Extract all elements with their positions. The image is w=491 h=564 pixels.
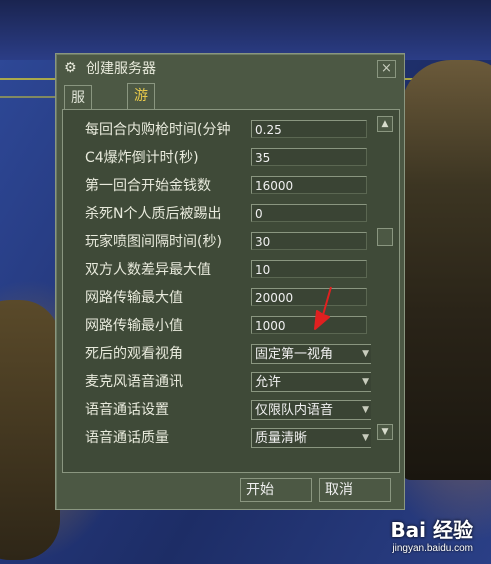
- settings-panel: 每回合内购枪时间(分钟 0.25 C4爆炸倒计时(秒) 35 第一回合开始金钱数…: [62, 109, 400, 473]
- tab-server[interactable]: 服务器: [64, 85, 92, 154]
- annotation-arrow: [314, 286, 332, 330]
- steam-icon: ⚙: [64, 60, 77, 76]
- setting-label: 每回合内购枪时间(分钟: [85, 122, 231, 138]
- background-soldier-left: [0, 300, 60, 560]
- setting-row: 杀死N个人质后被踢出 0: [73, 199, 371, 227]
- start-money-input[interactable]: 16000: [251, 176, 367, 194]
- chevron-down-icon: ▼: [362, 377, 369, 387]
- scroll-down-icon[interactable]: ▼: [377, 424, 393, 440]
- setting-row: C4爆炸倒计时(秒) 35: [73, 143, 371, 171]
- setting-row: 语音通话质量 质量清晰 ▼: [73, 423, 371, 451]
- setting-label: 语音通话质量: [85, 430, 169, 446]
- chevron-down-icon: ▼: [362, 433, 369, 443]
- close-button[interactable]: ×: [377, 60, 396, 78]
- setting-label: 麦克风语音通讯: [85, 374, 183, 390]
- select-value: 质量清晰: [255, 431, 308, 446]
- setting-row: 麦克风语音通讯 允许 ▼: [73, 367, 371, 395]
- spray-interval-input[interactable]: 30: [251, 232, 367, 250]
- scroll-up-icon[interactable]: ▲: [377, 116, 393, 132]
- setting-label: 死后的观看视角: [85, 346, 183, 362]
- setting-label: 玩家喷图间隔时间(秒): [85, 234, 222, 250]
- setting-label: 语音通话设置: [85, 402, 169, 418]
- setting-row: 第一回合开始金钱数 16000: [73, 171, 371, 199]
- setting-label: 网路传输最大值: [85, 290, 183, 306]
- setting-label: 杀死N个人质后被踢出: [85, 206, 222, 222]
- watermark-logo: Bai 经验: [390, 518, 473, 542]
- buy-time-input[interactable]: 0.25: [251, 120, 367, 138]
- setting-row: 死后的观看视角 固定第一视角 ▼: [73, 339, 371, 367]
- settings-scrollbar[interactable]: ▲ ▼: [377, 116, 393, 440]
- setting-label: 双方人数差异最大值: [85, 262, 211, 278]
- death-camera-select[interactable]: 固定第一视角 ▼: [251, 344, 371, 364]
- dialog-title: 创建服务器: [86, 61, 156, 77]
- setting-row: 每回合内购枪时间(分钟 0.25: [73, 115, 371, 143]
- setting-row: 玩家喷图间隔时间(秒) 30: [73, 227, 371, 255]
- c4-timer-input[interactable]: 35: [251, 148, 367, 166]
- tab-game[interactable]: 游戏: [127, 83, 155, 128]
- setting-row: 双方人数差异最大值 10: [73, 255, 371, 283]
- setting-label: 第一回合开始金钱数: [85, 178, 211, 194]
- voice-mode-select[interactable]: 仅限队内语音 ▼: [251, 400, 371, 420]
- microphone-select[interactable]: 允许 ▼: [251, 372, 371, 392]
- team-balance-input[interactable]: 10: [251, 260, 367, 278]
- chevron-down-icon: ▼: [362, 405, 369, 415]
- background-soldier-right: [401, 60, 491, 480]
- dialog-titlebar[interactable]: ⚙ 创建服务器 ×: [56, 54, 404, 84]
- background-top: [0, 0, 491, 60]
- start-button[interactable]: 开始: [240, 478, 312, 502]
- chevron-down-icon: ▼: [362, 349, 369, 359]
- setting-label: C4爆炸倒计时(秒): [85, 150, 199, 166]
- voice-quality-select[interactable]: 质量清晰 ▼: [251, 428, 371, 448]
- select-value: 固定第一视角: [255, 347, 334, 362]
- watermark-url: jingyan.baidu.com: [392, 543, 473, 554]
- cancel-button[interactable]: 取消: [319, 478, 391, 502]
- setting-label: 网路传输最小值: [85, 318, 183, 334]
- select-value: 仅限队内语音: [255, 403, 334, 418]
- hostage-kick-input[interactable]: 0: [251, 204, 367, 222]
- setting-row: 语音通话设置 仅限队内语音 ▼: [73, 395, 371, 423]
- select-value: 允许: [255, 375, 282, 390]
- scroll-thumb[interactable]: [377, 228, 393, 246]
- create-server-dialog: ⚙ 创建服务器 × 服务器 游戏 每回合内购枪时间(分钟 0.25 C4爆炸倒计…: [55, 53, 405, 510]
- baidu-watermark: Bai 经验 jingyan.baidu.com: [390, 514, 473, 554]
